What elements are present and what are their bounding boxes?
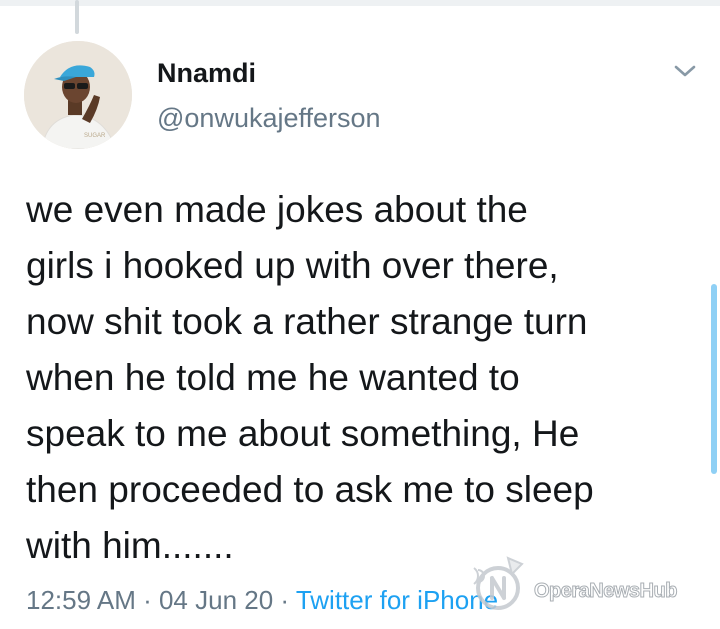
opera-news-logo-icon [473, 556, 524, 610]
avatar[interactable]: SUGAR [24, 41, 132, 149]
separator-dot: · [273, 585, 296, 615]
tweet-date[interactable]: 04 Jun 20 [159, 585, 273, 615]
top-divider [0, 0, 720, 6]
separator-dot: · [135, 585, 159, 615]
tweet-text: we even made jokes about the girls i hoo… [26, 189, 594, 566]
avatar-photo: SUGAR [24, 41, 132, 149]
scrollbar[interactable] [711, 284, 717, 474]
tweet-metadata: 12:59 AM · 04 Jun 20 · Twitter for iPhon… [26, 585, 498, 616]
svg-text:SUGAR: SUGAR [84, 133, 106, 139]
user-handle[interactable]: @onwukajefferson [157, 103, 381, 134]
chevron-down-icon[interactable] [672, 60, 698, 82]
watermark-text: OperaNewsHub [534, 580, 678, 603]
opera-news-hub-watermark: OperaNewsHub [470, 552, 710, 618]
tweet-time[interactable]: 12:59 AM [26, 585, 136, 615]
thread-connector-line [75, 0, 79, 34]
tweet-source-link[interactable]: Twitter for iPhone [296, 585, 498, 615]
display-name[interactable]: Nnamdi [157, 58, 256, 89]
